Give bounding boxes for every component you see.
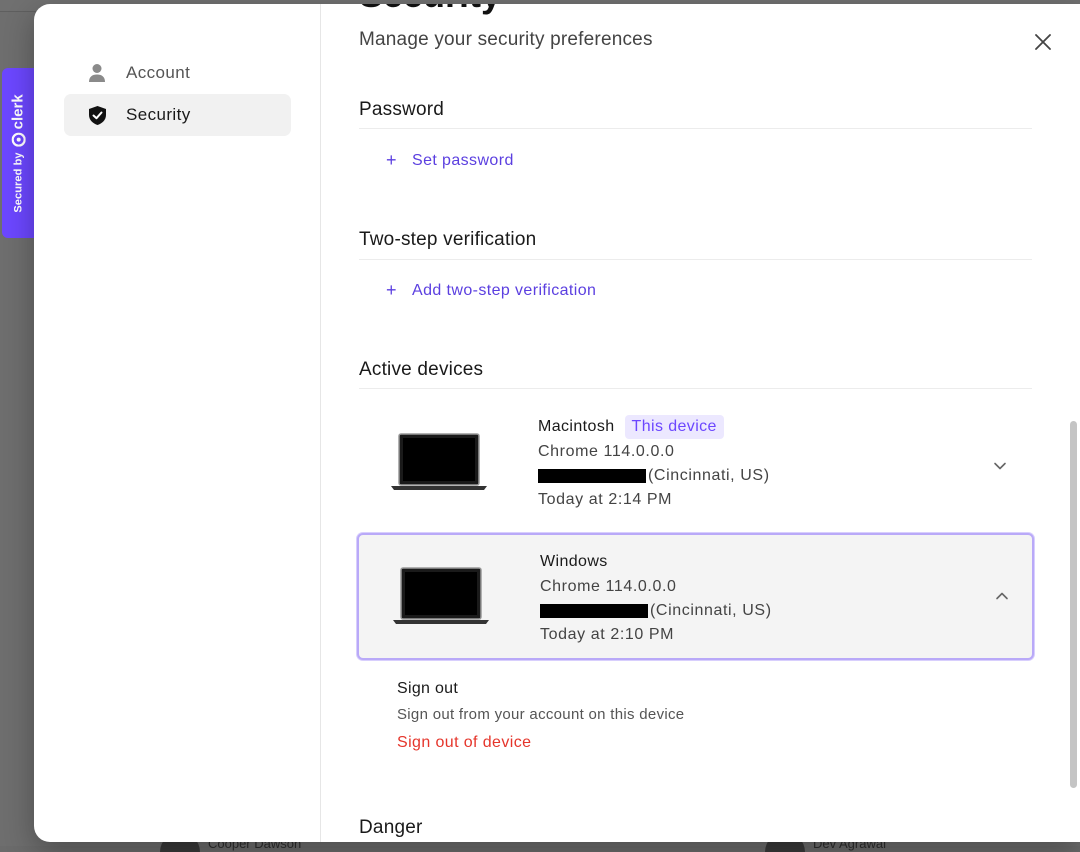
- nav-item-label: Security: [126, 105, 191, 124]
- device-item-windows[interactable]: Windows Chrome 114.0.0.0 (Cincinnati, US…: [357, 533, 1034, 660]
- section-divider: [359, 259, 1032, 260]
- shield-check-icon: [86, 104, 108, 126]
- section-divider: [359, 128, 1032, 129]
- clerk-logo-icon: [11, 131, 26, 146]
- device-details: Windows Chrome 114.0.0.0 (Cincinnati, US…: [540, 549, 772, 647]
- profile-nav: Account Security: [34, 4, 321, 842]
- scrollbar-thumb[interactable]: [1070, 421, 1077, 788]
- sign-out-of-device-button[interactable]: Sign out of device: [397, 734, 684, 752]
- secured-by-clerk-badge[interactable]: Secured by clerk: [2, 68, 34, 238]
- redacted-ip: [540, 604, 648, 618]
- page-title: Security: [359, 4, 501, 16]
- active-devices-section-title: Active devices: [359, 359, 484, 380]
- danger-section-title: Danger: [359, 817, 423, 838]
- password-section-title: Password: [359, 99, 445, 120]
- device-last-active: Today at 2:14 PM: [538, 491, 673, 508]
- device-ip-location: (Cincinnati, US): [538, 464, 770, 488]
- set-password-button[interactable]: + Set password: [386, 150, 514, 171]
- laptop-icon: [393, 567, 489, 624]
- chevron-up-icon[interactable]: [995, 589, 1009, 603]
- section-divider: [359, 388, 1032, 389]
- clerk-brand-name: clerk: [9, 93, 27, 129]
- add-two-step-label: Add two-step verification: [412, 281, 597, 299]
- device-name: Macintosh: [538, 418, 615, 435]
- close-icon: [1035, 34, 1051, 50]
- security-page: Security Manage your security preference…: [357, 4, 1080, 842]
- nav-item-security[interactable]: Security: [64, 94, 291, 136]
- two-step-section-title: Two-step verification: [359, 229, 537, 250]
- device-location: (Cincinnati, US): [650, 602, 772, 619]
- redacted-ip: [538, 469, 646, 483]
- set-password-label: Set password: [412, 151, 514, 169]
- device-ip-location: (Cincinnati, US): [540, 599, 772, 623]
- device-last-active: Today at 2:10 PM: [540, 626, 675, 643]
- nav-item-account[interactable]: Account: [64, 52, 291, 94]
- device-details: Macintosh This device Chrome 114.0.0.0 (…: [538, 414, 770, 512]
- device-name: Windows: [540, 553, 608, 570]
- secured-by-label: Secured by: [12, 151, 25, 213]
- chevron-down-icon[interactable]: [993, 459, 1007, 473]
- person-icon: [86, 62, 108, 84]
- clerk-logo: clerk: [10, 94, 27, 146]
- device-item-macintosh[interactable]: Macintosh This device Chrome 114.0.0.0 (…: [357, 403, 1034, 530]
- plus-icon: +: [386, 280, 397, 300]
- user-profile-modal: Account Security Security Manage your se…: [34, 4, 1080, 842]
- sign-out-description: Sign out from your account on this devic…: [397, 706, 685, 723]
- nav-item-label: Account: [126, 63, 191, 82]
- device-browser: Chrome 114.0.0.0: [540, 578, 677, 595]
- device-location: (Cincinnati, US): [648, 467, 770, 484]
- page-subtitle: Manage your security preferences: [359, 29, 653, 50]
- sign-out-panel: Sign out Sign out from your account on t…: [397, 680, 684, 752]
- laptop-icon: [391, 433, 487, 490]
- this-device-badge: This device: [624, 415, 724, 439]
- plus-icon: +: [386, 150, 397, 170]
- sign-out-title: Sign out: [397, 680, 459, 697]
- device-browser: Chrome 114.0.0.0: [538, 443, 675, 460]
- add-two-step-button[interactable]: + Add two-step verification: [386, 280, 596, 301]
- close-button[interactable]: [1031, 30, 1055, 54]
